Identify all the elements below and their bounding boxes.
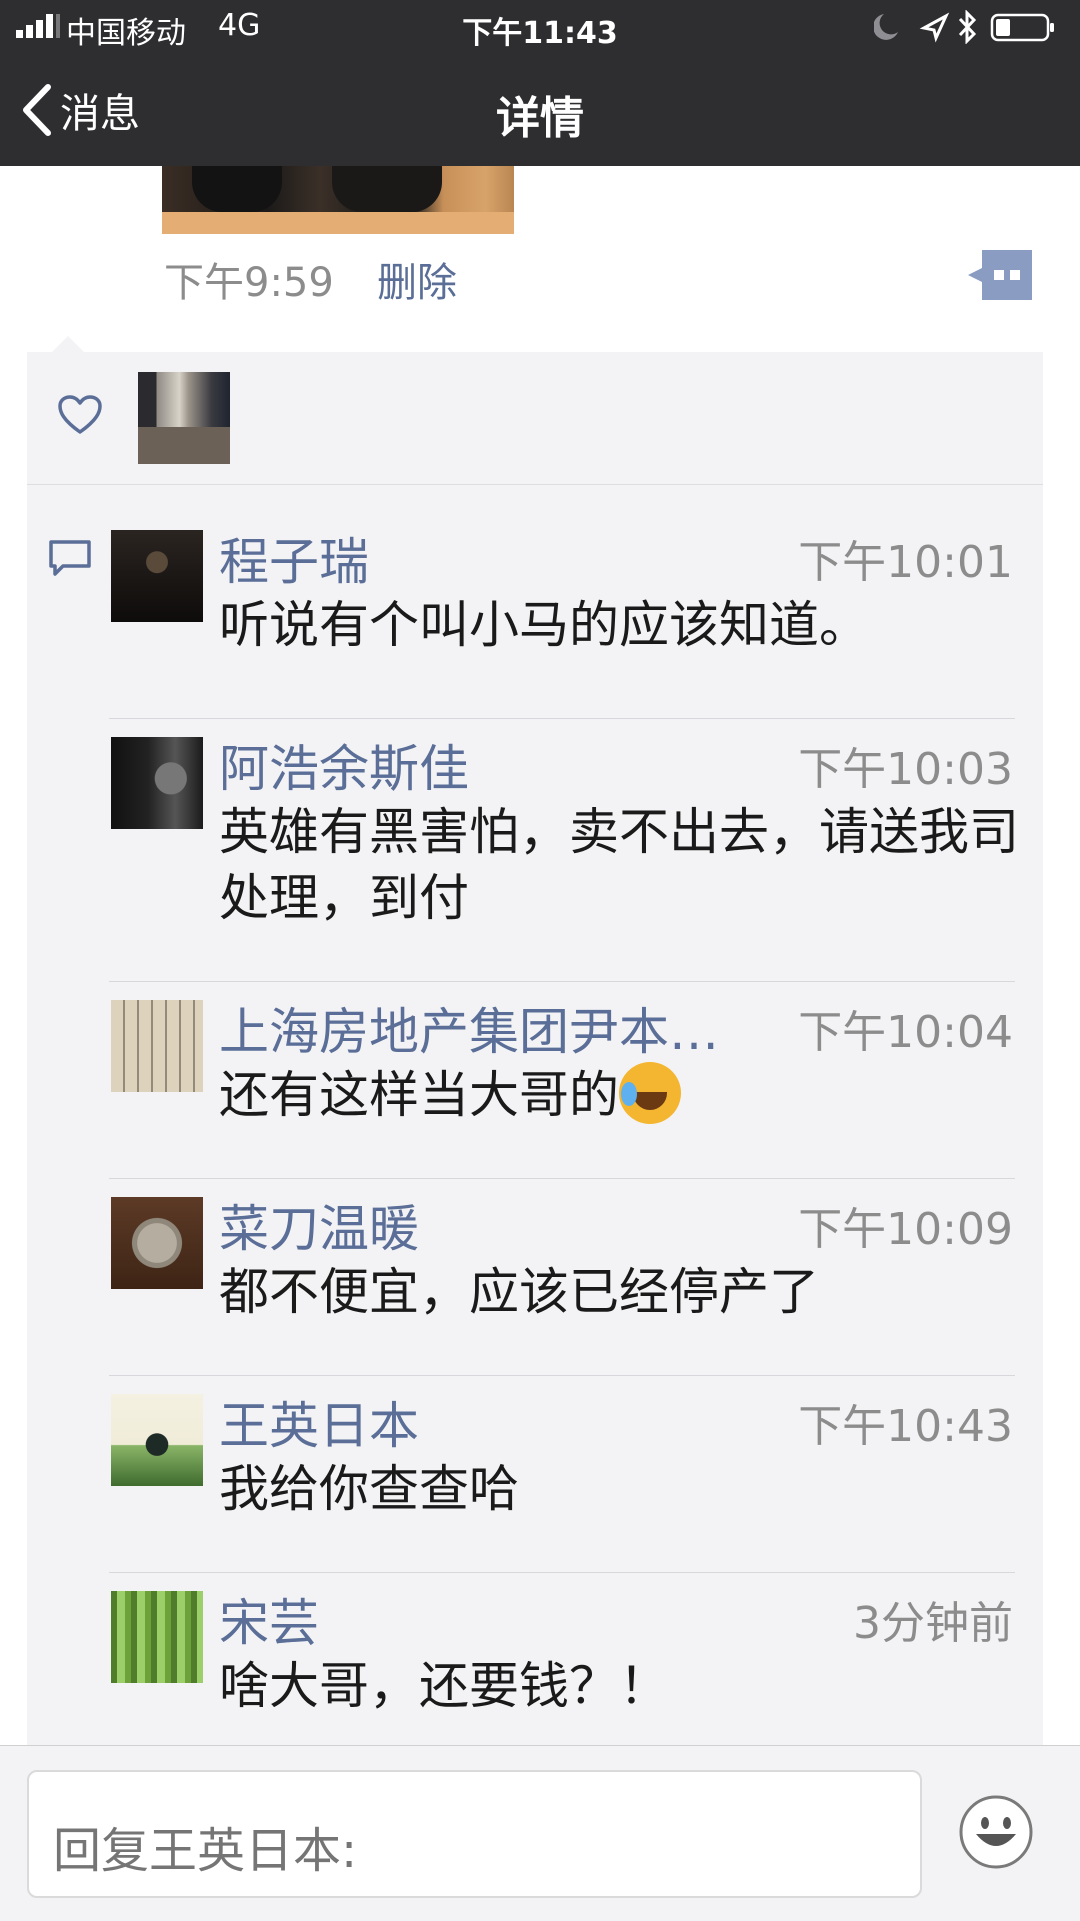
comment-time: 下午10:43 [798,1401,1013,1452]
comment-text: 都不便宜，应该已经停产了 [219,1263,819,1321]
laughing-crying-emoji-icon [619,1062,681,1124]
comment-item[interactable]: 菜刀温暖 下午10:09 都不便宜，应该已经停产了 [109,1179,1015,1376]
comment-author[interactable]: 程子瑞 [219,522,369,594]
comment-author[interactable]: 宋芸 [219,1583,319,1655]
location-icon [919,12,950,43]
comment-text: 还有这样当大哥的 [219,1066,619,1124]
reply-bar [0,1745,1080,1921]
post-photo[interactable] [162,166,514,234]
comment-text: 听说有个叫小马的应该知道。 [219,596,869,654]
avatar[interactable] [111,530,203,622]
comment-time: 3分钟前 [853,1598,1013,1649]
more-dots-icon[interactable] [968,250,1032,300]
comment-time: 下午10:03 [798,744,1013,795]
post-time: 下午9:59 [164,260,334,306]
interaction-panel: 程子瑞 下午10:01 听说有个叫小马的应该知道。 阿浩余斯佳 下午10:03 … [27,352,1043,1745]
bottle-shape [192,166,282,212]
comment-item[interactable]: 上海房地产集团尹本… 下午10:04 还有这样当大哥的 [109,982,1015,1179]
avatar[interactable] [111,1394,203,1486]
avatar[interactable] [111,1591,203,1683]
comment-item[interactable]: 阿浩余斯佳 下午10:03 英雄有黑害怕，卖不出去，请送我司处理，到付 [109,719,1019,982]
panel-pointer [52,336,84,352]
comment-text: 我给你查查哈 [219,1460,519,1518]
avatar[interactable] [111,1197,203,1289]
liker-avatar[interactable] [138,372,230,464]
comment-item[interactable]: 程子瑞 下午10:01 听说有个叫小马的应该知道。 [109,512,1015,719]
comment-author[interactable]: 上海房地产集团尹本… [219,992,719,1064]
avatar[interactable] [111,1000,203,1092]
comments-list: 程子瑞 下午10:01 听说有个叫小马的应该知道。 阿浩余斯佳 下午10:03 … [27,512,1043,1753]
comment-author[interactable]: 菜刀温暖 [219,1189,419,1261]
delete-link[interactable]: 删除 [377,250,457,308]
comment-item[interactable]: 王英日本 下午10:43 我给你查查哈 [109,1376,1015,1573]
status-icons [874,10,1054,44]
smiley-icon[interactable] [958,1794,1034,1870]
comment-item[interactable]: 宋芸 3分钟前 啥大哥，还要钱？！ [109,1573,1015,1753]
shelf-shape [162,212,514,234]
comment-text-row: 还有这样当大哥的 [219,1062,1019,1128]
comment-author[interactable]: 王英日本 [219,1386,419,1458]
avatar[interactable] [111,737,203,829]
heart-outline-icon [58,395,102,434]
status-bar: 中国移动 4G 下午11:43 [0,0,1080,54]
comment-text: 英雄有黑害怕，卖不出去，请送我司处理，到付 [219,803,1019,927]
page-title: 详情 [496,93,584,144]
comment-time: 下午10:01 [798,537,1013,588]
bottle-shape [332,166,442,212]
moon-icon [874,14,898,40]
comment-text: 啥大哥，还要钱？！ [219,1657,669,1715]
comment-time: 下午10:09 [798,1204,1013,1255]
likes-row [27,352,1043,485]
comment-author[interactable]: 阿浩余斯佳 [219,729,469,801]
battery-icon [990,13,1054,42]
reply-input[interactable] [27,1770,922,1898]
bluetooth-icon [958,10,977,44]
comment-time: 下午10:04 [798,1007,1013,1058]
top-bar: 中国移动 4G 下午11:43 消息 详情 [0,0,1080,166]
